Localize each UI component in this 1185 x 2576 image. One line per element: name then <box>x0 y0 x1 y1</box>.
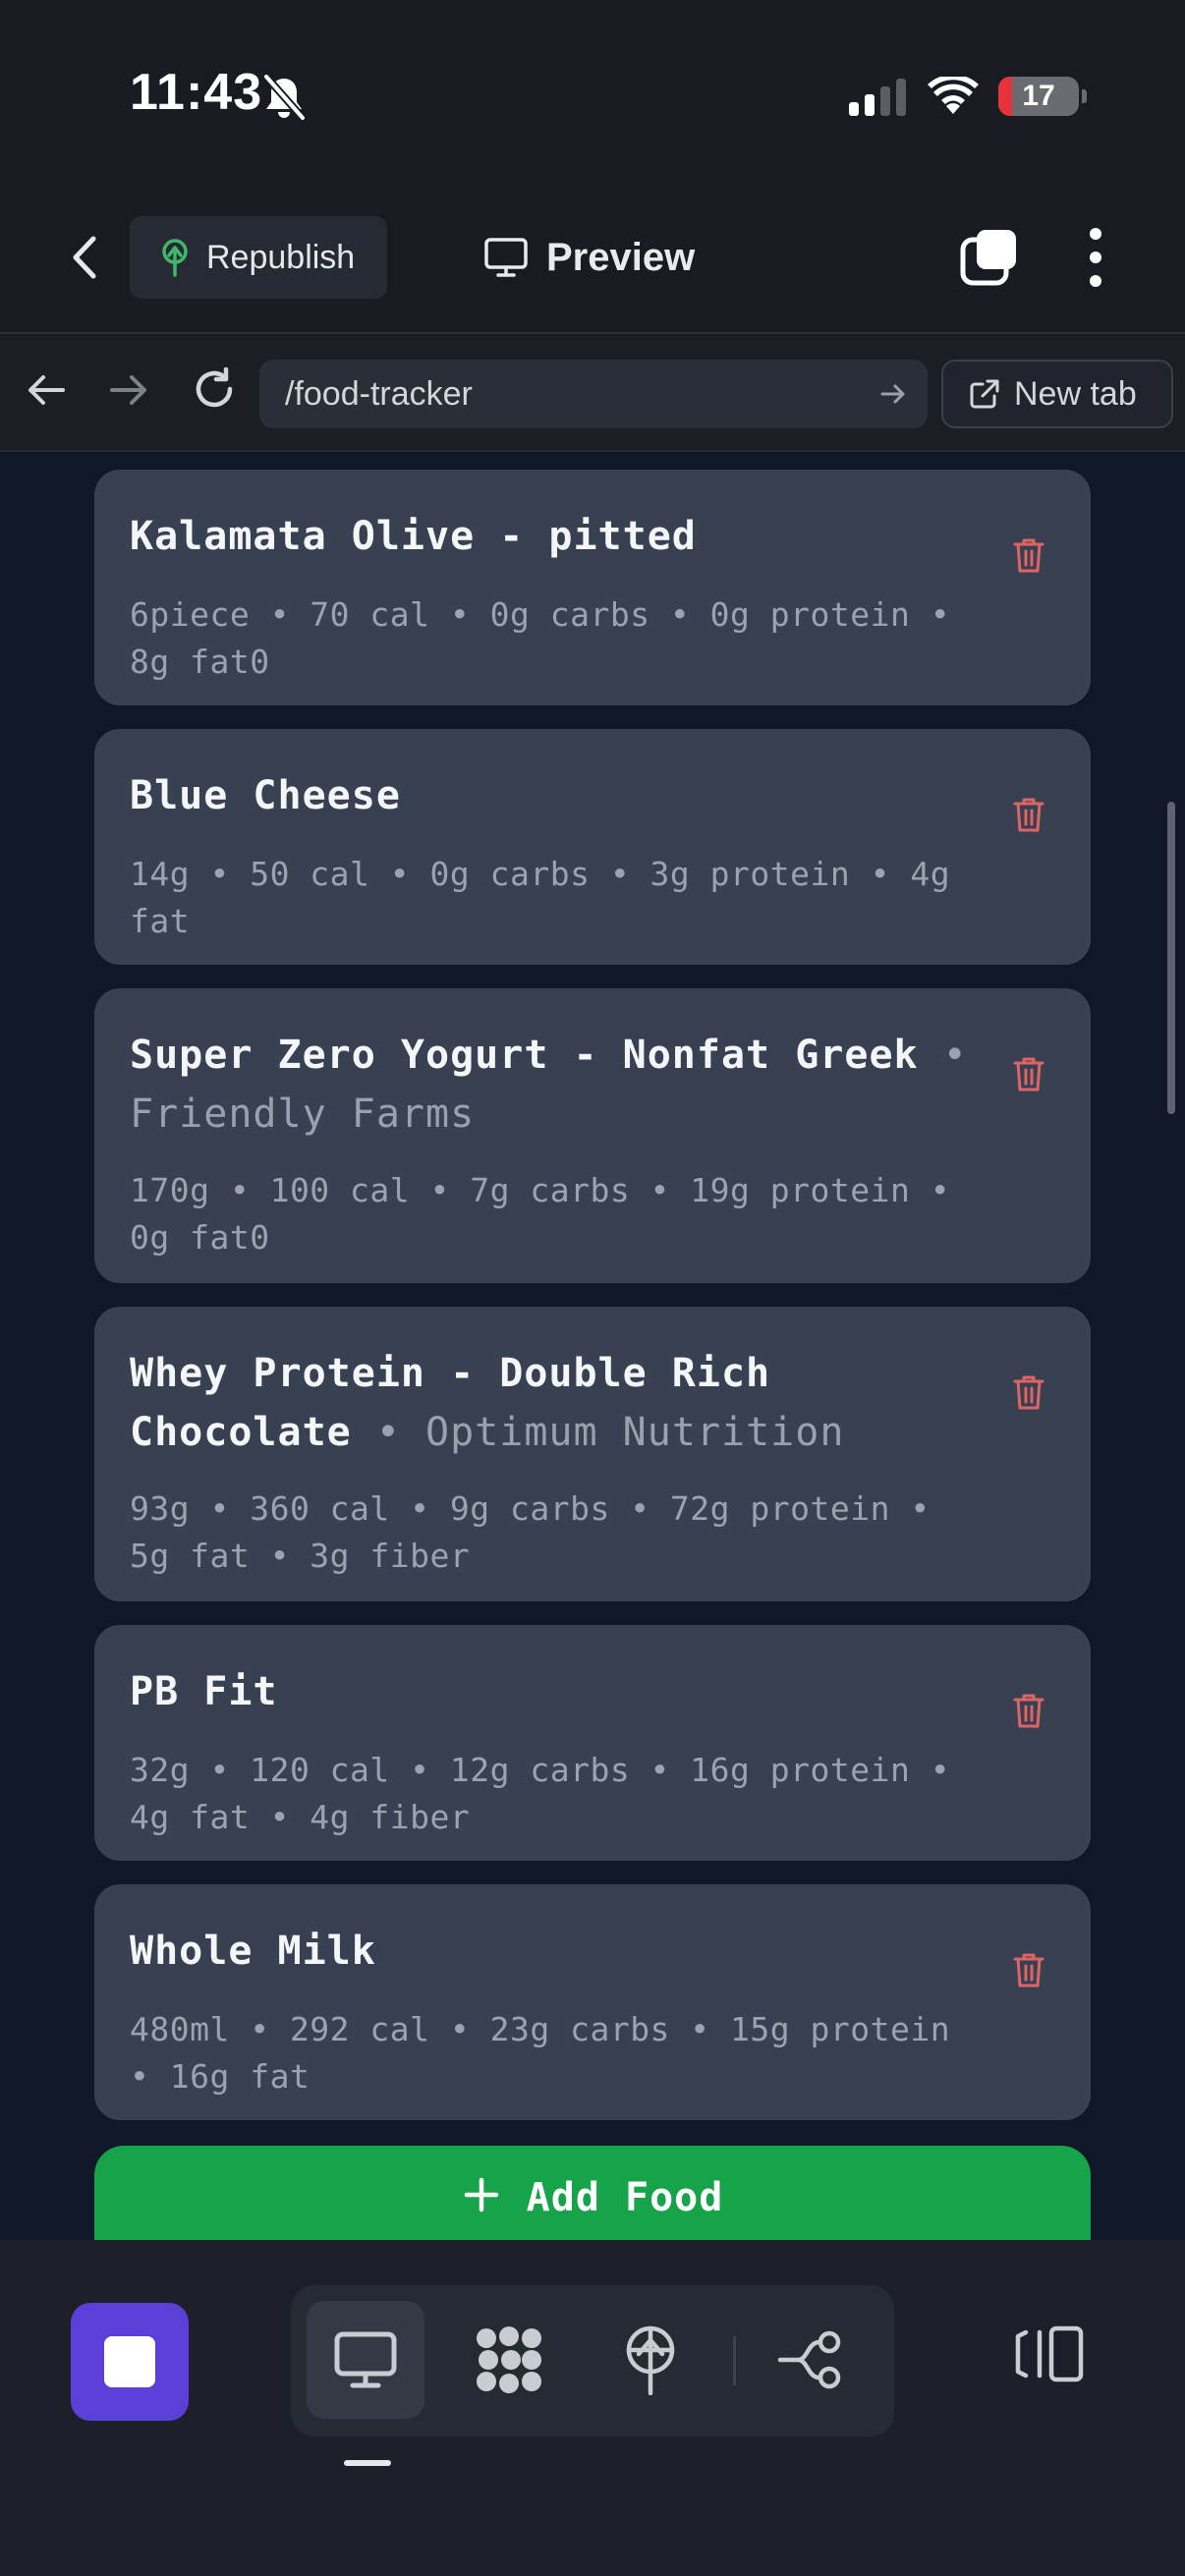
food-meta: 170g • 100 cal • 7g carbs • 19g protein … <box>130 1171 951 1257</box>
food-meta: 480ml • 292 cal • 23g carbs • 15g protei… <box>130 2010 951 2096</box>
food-name: Blue Cheese <box>130 773 401 818</box>
battery-icon: 17 <box>998 77 1079 116</box>
workflow-view-button[interactable] <box>753 2301 871 2419</box>
arrow-right-icon[interactable] <box>106 367 151 418</box>
new-tab-button[interactable]: New tab <box>941 360 1173 428</box>
trash-icon[interactable] <box>1012 1692 1045 1734</box>
food-meta: 6piece • 70 cal • 0g carbs • 0g protein … <box>130 595 951 681</box>
food-title: Blue Cheese <box>130 766 975 825</box>
food-meta: 14g • 50 cal • 0g carbs • 3g protein • 4… <box>130 855 951 940</box>
divider <box>733 2336 736 2385</box>
monitor-icon <box>484 238 528 277</box>
view-switcher <box>291 2285 894 2436</box>
food-brand: Optimum Nutrition <box>425 1410 845 1455</box>
food-list-area[interactable]: Kalamata Olive - pitted 6piece • 70 cal … <box>0 452 1185 2240</box>
add-food-button[interactable]: Add Food <box>94 2146 1091 2240</box>
publish-view-button[interactable] <box>592 2301 709 2419</box>
food-title: Whole Milk <box>130 1922 975 1981</box>
food-title: Kalamata Olive - pitted <box>130 507 975 566</box>
signal-icon <box>849 79 908 121</box>
side-panel-icon[interactable] <box>1012 2323 1087 2390</box>
scrollbar[interactable] <box>1167 802 1175 1114</box>
trash-icon[interactable] <box>1012 1951 1045 1993</box>
brand-separator: • <box>375 1410 426 1455</box>
food-meta: 93g • 360 cal • 9g carbs • 72g protein •… <box>130 1489 931 1575</box>
go-arrow-icon[interactable] <box>878 379 908 418</box>
url-text: /food-tracker <box>285 374 473 413</box>
plus-icon <box>464 2177 498 2212</box>
bottom-toolbar <box>0 2240 1185 2576</box>
publish-icon <box>626 2325 675 2395</box>
active-tab-indicator <box>344 2460 391 2466</box>
stop-button[interactable] <box>71 2303 189 2421</box>
food-item: Super Zero Yogurt - Nonfat Greek • Frien… <box>94 988 1091 1283</box>
food-title: Super Zero Yogurt - Nonfat Greek • Frien… <box>130 1026 975 1144</box>
trash-icon[interactable] <box>1012 796 1045 838</box>
brand-separator: • <box>942 1033 968 1078</box>
reload-icon[interactable] <box>189 364 240 420</box>
stop-icon <box>104 2336 155 2387</box>
food-item: PB Fit 32g • 120 cal • 12g carbs • 16g p… <box>94 1625 1091 1861</box>
food-title: Whey Protein - Double Rich Chocolate • O… <box>130 1344 975 1462</box>
chevron-left-icon <box>73 236 96 279</box>
battery-tip <box>1082 89 1087 103</box>
pages-icon[interactable] <box>959 226 1022 294</box>
trash-icon[interactable] <box>1012 1373 1045 1416</box>
bell-slash-icon <box>261 73 307 127</box>
republish-label: Republish <box>206 238 356 276</box>
food-meta: 32g • 120 cal • 12g carbs • 16g protein … <box>130 1751 951 1836</box>
status-bar: 11:43 17 <box>0 0 1185 196</box>
workflow-icon <box>777 2330 841 2389</box>
preview-label: Preview <box>546 235 696 279</box>
status-time: 11:43 <box>130 64 263 121</box>
food-title: PB Fit <box>130 1662 975 1721</box>
desktop-view-button[interactable] <box>307 2301 424 2419</box>
wifi-icon <box>928 74 979 121</box>
grid-dots-icon <box>477 2326 541 2393</box>
add-food-label: Add Food <box>526 2175 724 2220</box>
food-item: Blue Cheese 14g • 50 cal • 0g carbs • 3g… <box>94 729 1091 965</box>
app-header: Republish Preview <box>0 196 1185 334</box>
url-field[interactable]: /food-tracker <box>259 360 928 428</box>
browser-bar: /food-tracker New tab <box>0 336 1185 452</box>
food-item: Whey Protein - Double Rich Chocolate • O… <box>94 1307 1091 1601</box>
republish-icon <box>162 239 188 277</box>
food-item: Whole Milk 480ml • 292 cal • 23g carbs •… <box>94 1884 1091 2120</box>
back-button[interactable] <box>55 228 114 287</box>
battery-level: 17 <box>1022 80 1055 112</box>
food-name: Whole Milk <box>130 1929 376 1974</box>
arrow-left-icon[interactable] <box>24 367 69 418</box>
preview-button[interactable]: Preview <box>483 216 695 299</box>
monitor-icon <box>334 2331 397 2388</box>
food-brand: Friendly Farms <box>130 1092 476 1137</box>
more-vertical-icon[interactable] <box>1081 226 1110 294</box>
trash-icon[interactable] <box>1012 536 1045 579</box>
trash-icon[interactable] <box>1012 1055 1045 1097</box>
food-item: Kalamata Olive - pitted 6piece • 70 cal … <box>94 470 1091 705</box>
republish-button[interactable]: Republish <box>130 216 387 299</box>
food-name: Super Zero Yogurt - Nonfat Greek <box>130 1033 919 1078</box>
canvas-view-button[interactable] <box>450 2301 568 2419</box>
food-name: Kalamata Olive - pitted <box>130 514 697 559</box>
new-tab-label: New tab <box>1014 374 1137 413</box>
external-link-icon <box>970 379 999 409</box>
food-name: PB Fit <box>130 1669 278 1714</box>
